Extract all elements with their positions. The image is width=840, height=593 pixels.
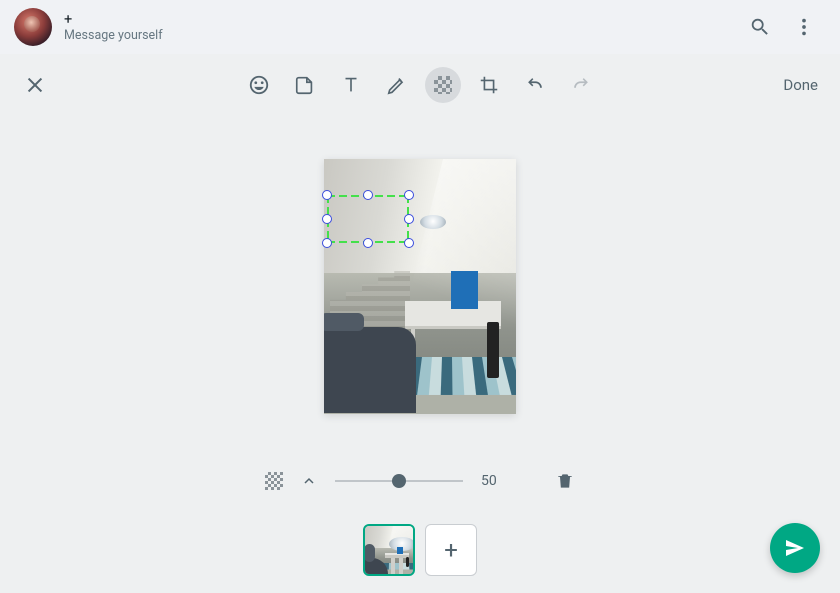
- pixelate-size-icon[interactable]: [265, 472, 283, 490]
- trash-icon[interactable]: [555, 471, 575, 491]
- undo-icon[interactable]: [517, 67, 553, 103]
- chat-subtitle: Message yourself: [64, 28, 163, 43]
- send-button[interactable]: [770, 523, 820, 573]
- thumbnail-strip: +: [0, 524, 840, 576]
- avatar[interactable]: [14, 8, 52, 46]
- selection-handle-e[interactable]: [404, 214, 414, 224]
- emoji-icon[interactable]: [241, 67, 277, 103]
- crop-icon[interactable]: [471, 67, 507, 103]
- editor-canvas[interactable]: [0, 116, 840, 456]
- chat-title: +: [64, 11, 163, 28]
- image-preview[interactable]: [324, 159, 516, 414]
- thumbnail-selected[interactable]: [363, 524, 415, 576]
- add-label: +: [444, 538, 458, 562]
- selection-handle-ne[interactable]: [404, 190, 414, 200]
- chat-header: + Message yourself: [0, 0, 840, 54]
- add-media-button[interactable]: +: [425, 524, 477, 576]
- pixelate-value: 50: [481, 473, 505, 489]
- pixelate-icon[interactable]: [425, 67, 461, 103]
- selection-handle-sw[interactable]: [322, 238, 332, 248]
- slider-thumb[interactable]: [392, 474, 406, 488]
- selection-handle-w[interactable]: [322, 214, 332, 224]
- pixelate-controls: 50: [0, 456, 840, 506]
- chevron-up-icon[interactable]: [301, 473, 317, 489]
- done-button[interactable]: Done: [781, 72, 820, 98]
- menu-icon[interactable]: [782, 5, 826, 49]
- pixelate-selection[interactable]: [327, 195, 409, 243]
- search-icon[interactable]: [738, 5, 782, 49]
- send-icon: [783, 536, 807, 560]
- selection-handle-nw[interactable]: [322, 190, 332, 200]
- pixelate-slider[interactable]: [335, 471, 463, 491]
- close-icon[interactable]: [20, 70, 50, 100]
- editor-toolbar: Done: [0, 54, 840, 116]
- sticker-icon[interactable]: [287, 67, 323, 103]
- selection-handle-s[interactable]: [363, 238, 373, 248]
- draw-icon[interactable]: [379, 67, 415, 103]
- header-titles[interactable]: + Message yourself: [64, 11, 163, 43]
- selection-handle-se[interactable]: [404, 238, 414, 248]
- text-icon[interactable]: [333, 67, 369, 103]
- selection-handle-n[interactable]: [363, 190, 373, 200]
- redo-icon: [563, 67, 599, 103]
